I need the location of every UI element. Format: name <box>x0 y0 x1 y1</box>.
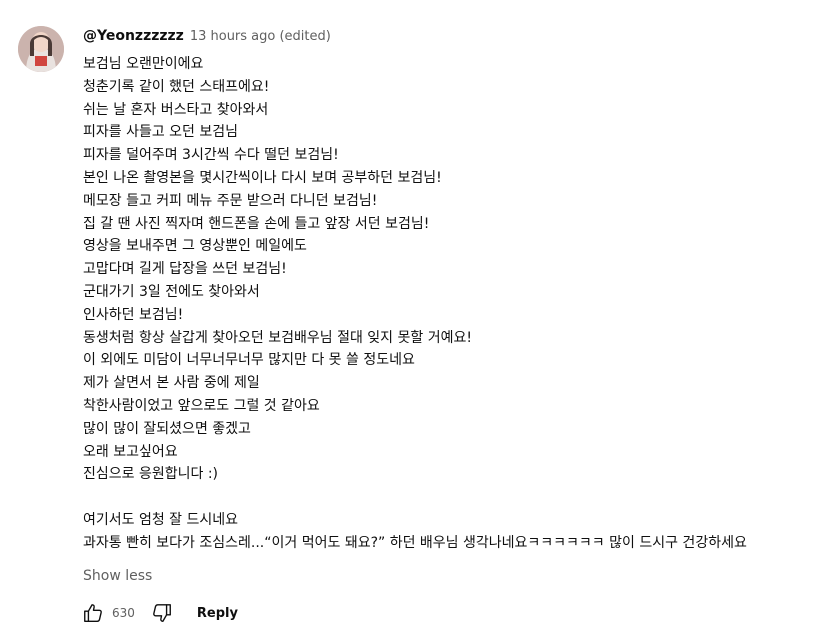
comment-actions: 630 Reply <box>80 600 238 626</box>
comment-line: 쉬는 날 혼자 버스타고 찾아와서 <box>83 101 269 118</box>
comment-line: 제가 살면서 본 사람 중에 제일 <box>83 375 260 392</box>
comment-timestamp[interactable]: 13 hours ago (edited) <box>190 29 331 44</box>
author-name[interactable]: @Yeonzzzzzz <box>83 28 184 44</box>
comment-line: 동생처럼 항상 살갑게 찾아오던 보검배우님 절대 잊지 못할 거예요! <box>83 329 472 346</box>
comment-line: 여기서도 엄청 잘 드시네요 <box>83 511 239 528</box>
comment-line: 피자를 덜어주며 3시간씩 수다 떨던 보검님! <box>83 147 339 164</box>
comment-line: 인사하던 보검님! <box>83 306 184 323</box>
comment-thread: @Yeonzzzzzz 13 hours ago (edited) 보검님 오랜… <box>0 0 835 640</box>
comment-line: 고맙다며 길게 답장을 쓰던 보검님! <box>83 261 287 278</box>
comment-line: 많이 많이 잘되셨으면 좋겠고 <box>83 420 251 437</box>
comment-line: 오래 보고싶어요 <box>83 443 178 460</box>
comment-line: 착한사람이었고 앞으로도 그럴 것 같아요 <box>83 397 320 414</box>
comment-line: 보검님 오랜만이에요 <box>83 56 204 72</box>
dislike-button[interactable] <box>149 600 175 626</box>
comment-line: 피자를 사들고 오던 보검님 <box>83 124 239 141</box>
comment-line: 군대가기 3일 전에도 찾아와서 <box>83 283 260 300</box>
comment-header: @Yeonzzzzzz 13 hours ago (edited) <box>83 28 331 48</box>
show-less-button[interactable]: Show less <box>83 568 152 584</box>
comment-line: 청춘기록 같이 했던 스태프에요! <box>83 78 270 95</box>
like-count: 630 <box>112 606 135 620</box>
like-button[interactable] <box>80 600 106 626</box>
comment-line: 집 갈 땐 사진 찍자며 핸드폰을 손에 들고 앞장 서던 보검님! <box>83 215 430 232</box>
comment-line: 본인 나온 촬영본을 몇시간씩이나 다시 보며 공부하던 보검님! <box>83 169 442 186</box>
comment-line: 과자통 빤히 보다가 조심스레...“이거 먹어도 돼요?” 하던 배우님 생각… <box>83 534 747 551</box>
paragraph-break <box>83 486 823 509</box>
comment-line: 이 외에도 미담이 너무너무너무 많지만 다 못 쓸 정도네요 <box>83 352 415 369</box>
reply-button[interactable]: Reply <box>197 606 238 621</box>
comment-line: 메모장 들고 커피 메뉴 주문 받으러 다니던 보검님! <box>83 192 378 209</box>
thumbs-up-icon <box>84 604 102 622</box>
comment-line: 영상을 보내주면 그 영상뿐인 메일에도 <box>83 238 307 255</box>
thumbs-down-icon <box>153 604 171 622</box>
comment-text: 보검님 오랜만이에요청춘기록 같이 했던 스태프에요! 쉬는 날 혼자 버스타고 … <box>83 53 823 555</box>
avatar[interactable] <box>18 26 64 72</box>
comment-line: 진심으로 응원합니다 :) <box>83 466 218 483</box>
